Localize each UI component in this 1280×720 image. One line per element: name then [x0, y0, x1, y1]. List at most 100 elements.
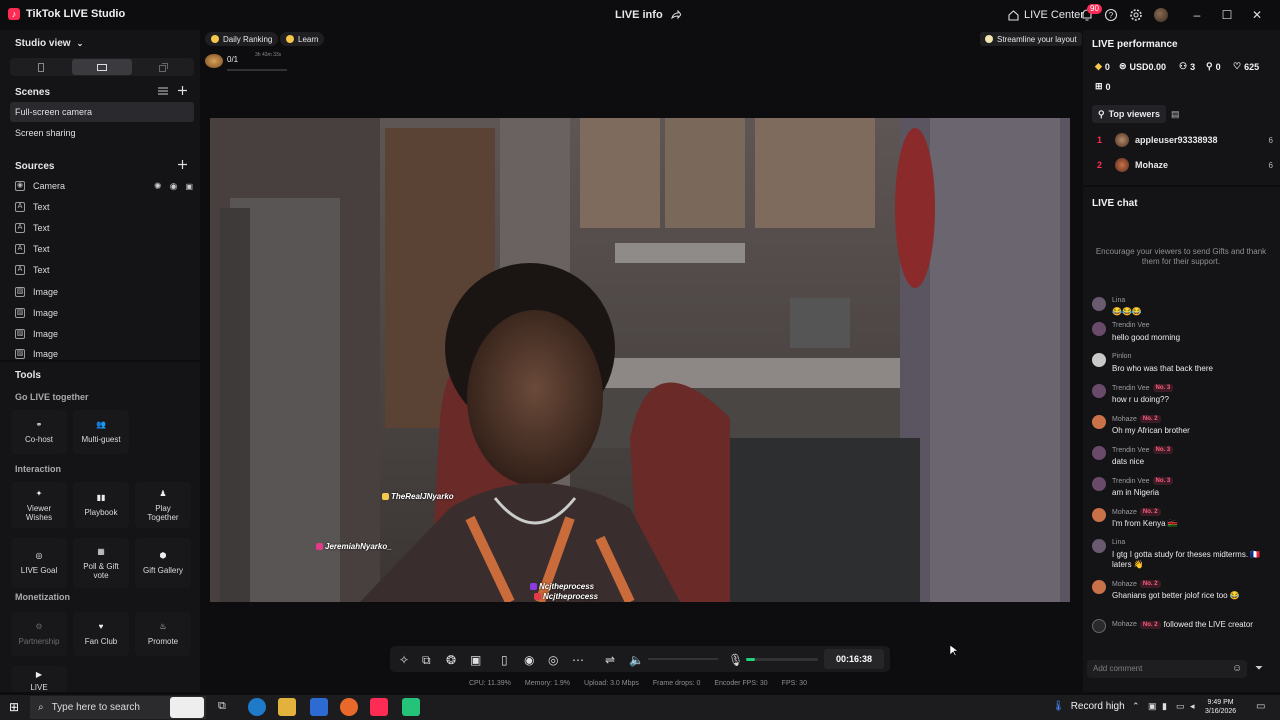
source-item-text[interactable]: A Text — [15, 199, 193, 215]
profile-avatar[interactable] — [1154, 8, 1168, 22]
mixer-icon[interactable]: ⇌ — [605, 653, 617, 667]
windows-start-icon[interactable]: ⊞ — [9, 700, 19, 714]
chat-message[interactable]: Trendin Vee hello good morning — [1092, 322, 1274, 343]
filter-icon[interactable]: ⏷ — [1255, 663, 1263, 674]
help-icon[interactable]: ? — [1104, 8, 1118, 22]
live-tool-button[interactable]: ▶ LIVE — [11, 666, 67, 692]
settings-icon[interactable]: ✺ — [154, 181, 162, 192]
microphone-icon[interactable]: 🎙 — [728, 653, 743, 667]
effects-icon[interactable]: ❂ — [446, 653, 458, 667]
taskbar-clock[interactable]: 9:49 PM 3/16/2026 — [1205, 698, 1236, 716]
cohost-button[interactable]: ⚭ Co-host — [11, 410, 67, 454]
usb-icon[interactable]: ▮ — [1162, 701, 1167, 712]
studio-view-dropdown[interactable]: Studio view ⌄ — [15, 38, 83, 49]
add-source-icon[interactable] — [178, 160, 187, 169]
gift-gallery-button[interactable]: ⬢ Gift Gallery — [135, 538, 191, 588]
comment-input[interactable]: Add comment — [1087, 660, 1247, 678]
chat-message[interactable]: Mohaze No. 2 Ghanians got better jolof ric… — [1092, 580, 1274, 601]
chat-message[interactable]: Pinlon Bro who was that back there — [1092, 353, 1274, 374]
close-icon[interactable]: ✕ — [1250, 8, 1264, 22]
chat-message[interactable]: Trendin Vee No. 3 how r u doing?? — [1092, 384, 1274, 405]
source-item-text[interactable]: A Text — [15, 220, 193, 236]
gear-icon[interactable] — [1129, 8, 1143, 22]
tab-list-icon[interactable]: ▤ — [1171, 109, 1180, 120]
mic-volume-slider[interactable] — [746, 658, 818, 661]
source-item-camera[interactable]: ◉ Camera ✺ ◉ ▣ — [15, 178, 193, 194]
sources-title: Sources — [15, 161, 55, 172]
fan-club-button[interactable]: ♥ Fan Club — [73, 612, 129, 656]
more-icon[interactable]: ⋯ — [572, 653, 584, 667]
play-together-button[interactable]: ♟ Play Together — [135, 482, 191, 528]
streamline-layout-tip[interactable]: Streamline your layout — [980, 32, 1082, 46]
promote-button[interactable]: ♨ Promote — [135, 612, 191, 656]
poll-gift-vote-button[interactable]: ▦ Poll & Gift vote — [73, 538, 129, 588]
chat-message[interactable]: Lina 😂😂😂 — [1092, 297, 1274, 317]
tiktok-app-icon[interactable] — [370, 698, 388, 716]
landscape-layout-button[interactable] — [72, 59, 132, 75]
viewer-wishes-button[interactable]: ✦ Viewer Wishes — [11, 482, 67, 528]
add-scene-icon[interactable] — [178, 86, 187, 95]
phone-icon[interactable]: ▯ — [501, 653, 513, 667]
playbook-button[interactable]: ▮▮ Playbook — [73, 482, 129, 528]
daily-ranking-button[interactable]: Daily Ranking — [205, 32, 279, 46]
source-item-image[interactable]: ▨ Image — [15, 347, 193, 360]
tray-app-icon[interactable]: ▣ — [1148, 701, 1157, 712]
chat-message[interactable]: Trendin Vee No. 3 dats nice — [1092, 446, 1274, 467]
magic-wand-icon[interactable]: ✧ — [399, 653, 411, 667]
chat-app-icon[interactable] — [402, 698, 420, 716]
layout-icon[interactable]: ▣ — [470, 653, 482, 667]
dual-layout-button[interactable] — [133, 59, 193, 75]
notification-center-icon[interactable]: ▭ — [1256, 701, 1265, 712]
speaker-volume-slider[interactable] — [648, 658, 718, 660]
emoji-icon[interactable]: ☺ — [1232, 663, 1242, 674]
multiguest-button[interactable]: 👥 Multi-guest — [73, 410, 129, 454]
file-explorer-icon[interactable] — [278, 698, 296, 716]
source-item-text[interactable]: A Text — [15, 241, 193, 257]
list-icon[interactable] — [158, 87, 168, 95]
volume-icon[interactable]: ◂ — [1190, 701, 1195, 712]
camera-toggle-icon[interactable]: ◎ — [548, 653, 560, 667]
store-icon[interactable] — [310, 698, 328, 716]
chat-message[interactable]: Mohaze No. 2 I'm from Kenya 🇰🇪 — [1092, 508, 1274, 529]
chat-message[interactable]: Mohaze No. 2 Oh my African brother — [1092, 415, 1274, 436]
top-viewer-row[interactable]: 1 appleuser93338938 6 — [1097, 131, 1273, 149]
source-item-image[interactable]: ▨ Image — [15, 326, 193, 342]
taskbar-search[interactable]: ⌕ Type here to search — [30, 696, 206, 719]
source-item-image[interactable]: ▨ Image — [15, 284, 193, 300]
network-icon[interactable]: ▭ — [1176, 701, 1185, 712]
live-goal-button[interactable]: ◎ LIVE Goal — [11, 538, 67, 588]
edge-icon[interactable] — [248, 698, 266, 716]
source-item-text[interactable]: A Text — [15, 262, 193, 278]
scene-item-full-screen-camera[interactable]: Full-screen camera — [10, 102, 194, 122]
source-item-image[interactable]: ▨ Image — [15, 305, 193, 321]
app-title: ♪ TikTok LIVE Studio — [8, 8, 125, 20]
ranking-widget[interactable]: 0/1 3h 43m 33s — [205, 52, 290, 74]
screen-add-icon[interactable]: ⧉ — [422, 653, 434, 667]
maximize-icon[interactable]: ☐ — [1220, 8, 1234, 22]
record-icon[interactable]: ◉ — [524, 653, 536, 667]
lock-icon[interactable]: ▣ — [185, 182, 193, 191]
partnership-button[interactable]: ⚙ Partnership — [11, 612, 67, 656]
minimize-icon[interactable]: – — [1190, 8, 1204, 22]
overlay-username: JeremiahNyarko_ — [316, 542, 392, 551]
live-info-button[interactable]: LIVE info — [615, 9, 681, 21]
scene-item-screen-sharing[interactable]: Screen sharing — [10, 123, 194, 143]
layout-toggle — [10, 58, 194, 76]
firefox-icon[interactable] — [340, 698, 358, 716]
tab-top-viewers[interactable]: ⚲ Top viewers — [1092, 105, 1166, 123]
chat-message[interactable]: Trendin Vee No. 3 am in Nigeria — [1092, 477, 1274, 498]
speaker-icon[interactable]: 🔈 — [629, 653, 644, 667]
rank-badge: No. 3 — [1152, 477, 1174, 485]
task-view-icon[interactable]: ⧉ — [218, 700, 226, 713]
eye-icon[interactable]: ◉ — [170, 181, 178, 192]
top-viewer-row[interactable]: 2 Mohaze 6 — [1097, 156, 1273, 174]
image-icon: ▨ — [15, 287, 25, 297]
portrait-layout-button[interactable] — [11, 59, 71, 75]
tray-expand-icon[interactable]: ⌃ — [1132, 701, 1140, 712]
camera-preview[interactable]: TheRealJNyarko JeremiahNyarko_ Ncjthepro… — [210, 118, 1070, 602]
weather-widget[interactable]: 🌡 Record high — [1052, 701, 1125, 712]
live-center-button[interactable]: LIVE Center — [1008, 9, 1084, 21]
badge-icon — [316, 543, 323, 550]
learn-button[interactable]: Learn — [280, 32, 325, 46]
chat-message[interactable]: Lina I gtg I gotta study for theses midte… — [1092, 539, 1274, 570]
